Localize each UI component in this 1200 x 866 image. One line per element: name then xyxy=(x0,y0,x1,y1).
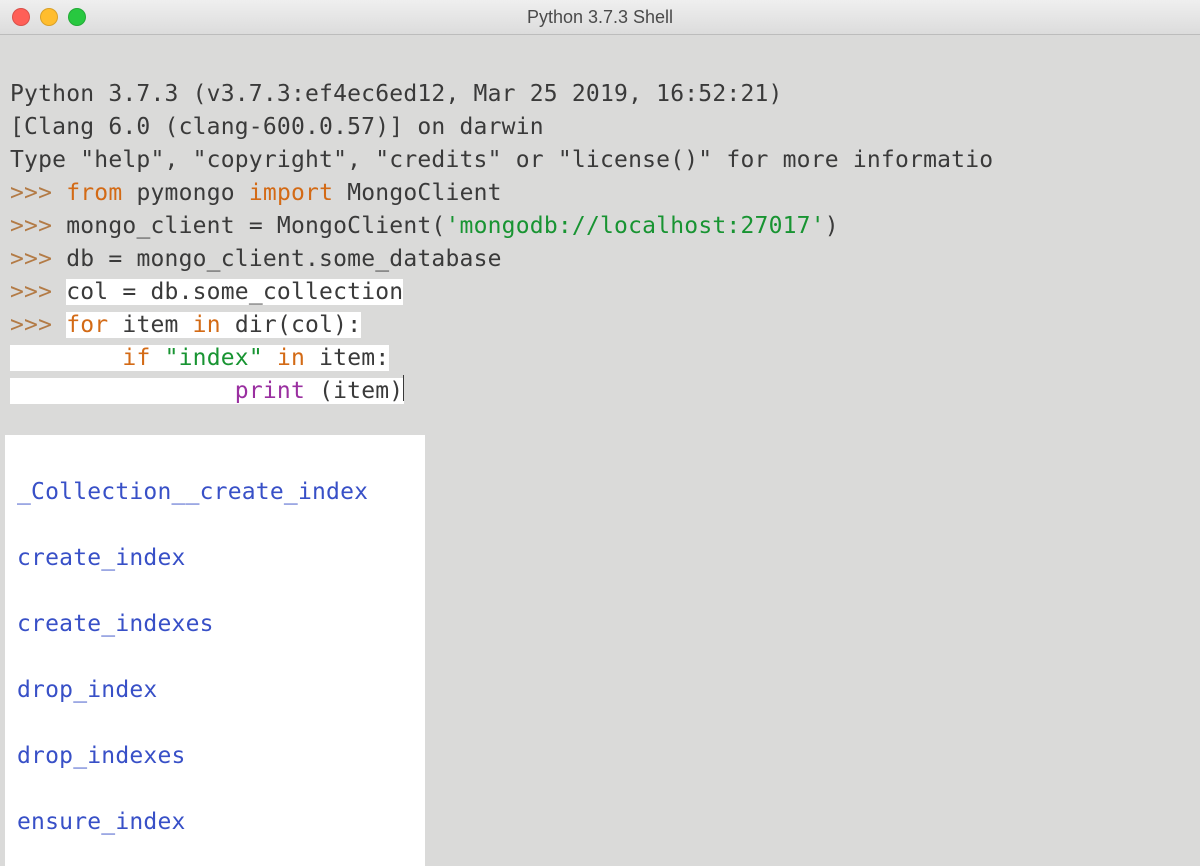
code-text: MongoClient xyxy=(333,180,502,206)
output-block: _Collection__create_index create_index c… xyxy=(5,435,425,866)
code-text: item xyxy=(108,312,192,338)
code-indent xyxy=(10,345,122,371)
code-text: pymongo xyxy=(122,180,248,206)
output-line: drop_indexes xyxy=(17,740,413,773)
title-bar: Python 3.7.3 Shell xyxy=(0,0,1200,35)
prompt: >>> xyxy=(10,180,66,206)
code-text: ) xyxy=(825,213,839,239)
minimize-icon[interactable] xyxy=(40,8,58,26)
prompt: >>> xyxy=(10,312,66,338)
output-line: create_indexes xyxy=(17,608,413,641)
banner-line-2: [Clang 6.0 (clang-600.0.57)] on darwin xyxy=(10,114,544,140)
prompt: >>> xyxy=(10,246,66,272)
keyword-in: in xyxy=(277,345,305,371)
code-text: db = mongo_client.some_database xyxy=(66,246,501,272)
code-text: item: xyxy=(305,345,389,371)
keyword-in: in xyxy=(193,312,221,338)
shell-area[interactable]: Python 3.7.3 (v3.7.3:ef4ec6ed12, Mar 25 … xyxy=(0,35,1200,474)
string-literal: "index" xyxy=(165,345,263,371)
keyword-import: import xyxy=(249,180,333,206)
code-text xyxy=(151,345,165,371)
banner-line-1: Python 3.7.3 (v3.7.3:ef4ec6ed12, Mar 25 … xyxy=(10,81,797,107)
highlighted-input: for item in dir(col): if "index" in item… xyxy=(10,312,404,404)
prompt: >>> xyxy=(10,213,66,239)
code-text xyxy=(263,345,277,371)
code-indent xyxy=(10,378,235,404)
code-text: (item) xyxy=(305,378,403,404)
output-line: create_index xyxy=(17,542,413,575)
code-text: mongo_client = MongoClient( xyxy=(66,213,445,239)
output-line: ensure_index xyxy=(17,806,413,839)
keyword-for: for xyxy=(66,312,108,338)
builtin-print: print xyxy=(235,378,305,404)
window-title: Python 3.7.3 Shell xyxy=(0,7,1200,28)
prompt: >>> xyxy=(10,279,66,305)
string-literal: 'mongodb://localhost:27017' xyxy=(445,213,824,239)
maximize-icon[interactable] xyxy=(68,8,86,26)
window-controls xyxy=(12,8,86,26)
banner-line-3: Type "help", "copyright", "credits" or "… xyxy=(10,147,993,173)
text-cursor xyxy=(403,375,404,401)
close-icon[interactable] xyxy=(12,8,30,26)
highlighted-input: col = db.some_collection xyxy=(66,279,403,305)
keyword-from: from xyxy=(66,180,122,206)
code-text: col = db.some_collection xyxy=(66,279,403,305)
code-text: dir(col): xyxy=(221,312,361,338)
output-line: _Collection__create_index xyxy=(17,476,413,509)
keyword-if: if xyxy=(122,345,150,371)
output-line: drop_index xyxy=(17,674,413,707)
